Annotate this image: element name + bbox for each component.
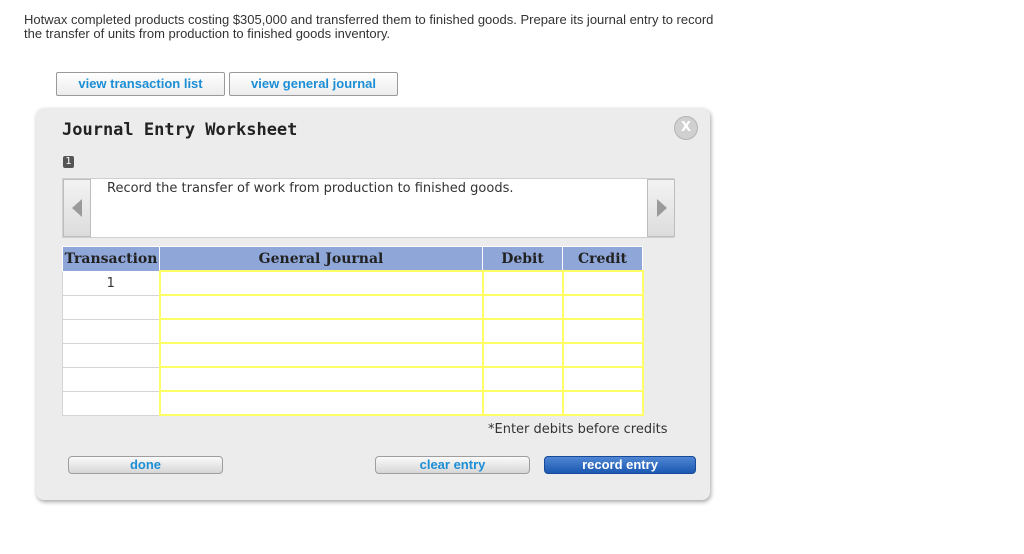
journal-entry-worksheet: Journal Entry Worksheet X 1 Record the t…	[36, 108, 710, 500]
debit-input[interactable]	[481, 294, 564, 320]
table-header-row: Transaction General Journal Debit Credit	[62, 246, 643, 272]
step-number-badge[interactable]: 1	[63, 156, 74, 168]
general-journal-input[interactable]	[158, 366, 484, 392]
transaction-cell	[62, 294, 160, 320]
table-row: 1	[62, 270, 644, 296]
credit-input[interactable]	[561, 294, 644, 320]
debit-input[interactable]	[481, 318, 564, 344]
problem-statement: Hotwax completed products costing $305,0…	[24, 12, 714, 41]
credit-input[interactable]	[561, 270, 644, 296]
table-row	[62, 318, 644, 344]
debit-input[interactable]	[481, 390, 564, 416]
header-credit: Credit	[562, 246, 643, 272]
general-journal-input[interactable]	[158, 294, 484, 320]
debits-before-credits-note: *Enter debits before credits	[488, 422, 668, 437]
transaction-cell: 1	[62, 270, 160, 296]
table-row	[62, 342, 644, 368]
page: Hotwax completed products costing $305,0…	[0, 0, 1024, 554]
instruction-text: Record the transfer of work from product…	[107, 181, 514, 196]
close-icon[interactable]: X	[674, 116, 698, 140]
clear-entry-button[interactable]: clear entry	[375, 456, 530, 474]
general-journal-input[interactable]	[158, 270, 484, 296]
next-step-button[interactable]	[647, 179, 675, 237]
record-entry-button[interactable]: record entry	[544, 456, 696, 474]
transaction-cell	[62, 318, 160, 344]
transaction-cell	[62, 342, 160, 368]
journal-table: Transaction General Journal Debit Credit…	[62, 246, 644, 416]
credit-input[interactable]	[561, 342, 644, 368]
debit-input[interactable]	[481, 270, 564, 296]
header-general-journal: General Journal	[159, 246, 483, 272]
credit-input[interactable]	[561, 390, 644, 416]
previous-step-button[interactable]	[63, 179, 91, 237]
view-transaction-list-button[interactable]: view transaction list	[56, 72, 225, 96]
credit-input[interactable]	[561, 318, 644, 344]
general-journal-input[interactable]	[158, 390, 484, 416]
debit-input[interactable]	[481, 366, 564, 392]
worksheet-title: Journal Entry Worksheet	[62, 120, 298, 140]
header-debit: Debit	[482, 246, 563, 272]
general-journal-input[interactable]	[158, 318, 484, 344]
transaction-cell	[62, 366, 160, 392]
table-row	[62, 390, 644, 416]
table-row	[62, 294, 644, 320]
arrow-right-icon	[657, 199, 667, 217]
done-button[interactable]: done	[68, 456, 223, 474]
transaction-cell	[62, 390, 160, 416]
arrow-left-icon	[72, 199, 82, 217]
header-transaction: Transaction	[62, 246, 160, 272]
debit-input[interactable]	[481, 342, 564, 368]
view-general-journal-button[interactable]: view general journal	[229, 72, 398, 96]
table-row	[62, 366, 644, 392]
instruction-panel: Record the transfer of work from product…	[62, 178, 675, 238]
credit-input[interactable]	[561, 366, 644, 392]
general-journal-input[interactable]	[158, 342, 484, 368]
